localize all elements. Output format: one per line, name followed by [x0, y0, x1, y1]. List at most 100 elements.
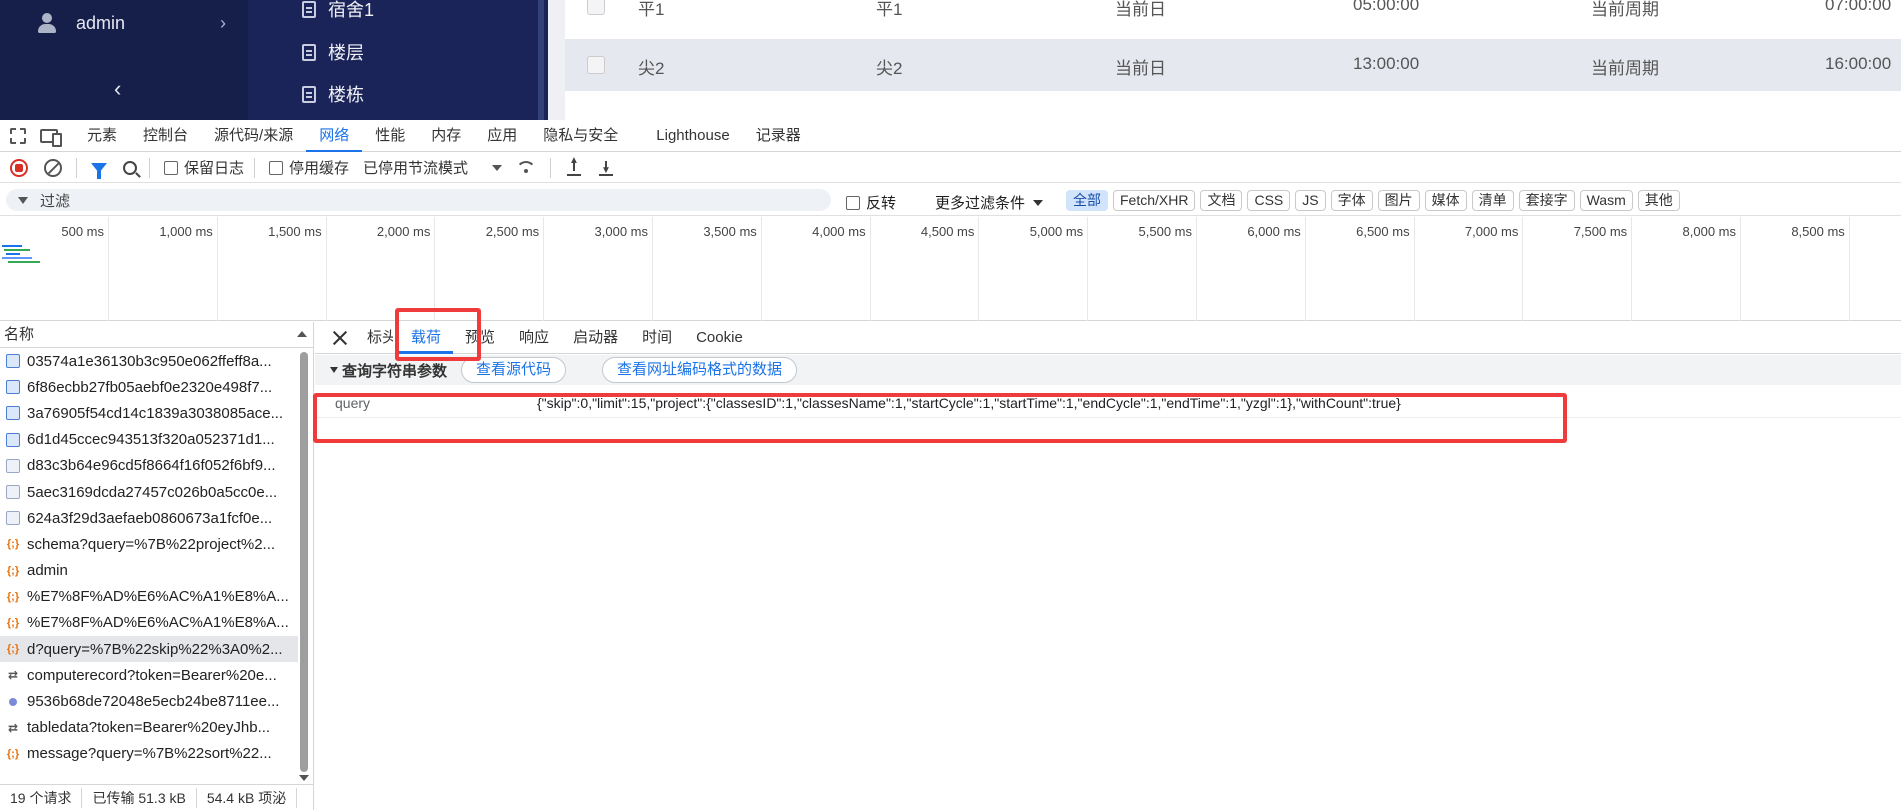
request-row[interactable]: 624a3f29d3aefaeb0860673a1fcf0e... — [0, 505, 298, 531]
screen: admin › ‹ 宿舍1 楼层 楼栋 平1 平1 当前日 05:00:00 当… — [0, 0, 1901, 810]
request-row[interactable]: ⇄ computerecord?token=Bearer%20e... — [0, 662, 298, 688]
annotation-highlight-payload-tab — [395, 308, 481, 361]
tab-application[interactable]: 应用 — [474, 120, 530, 152]
device-toolbar-icon[interactable] — [40, 128, 62, 147]
tab-performance[interactable]: 性能 — [362, 120, 418, 152]
filter-chip[interactable]: 清单 — [1471, 190, 1514, 211]
inspect-element-icon[interactable] — [10, 127, 26, 144]
filter-chip[interactable]: 其他 — [1637, 190, 1680, 211]
request-row[interactable]: {;} d?query=%7B%22skip%22%3A0%2... — [0, 636, 298, 663]
view-url-encoded-button[interactable]: 查看网址编码格式的数据 — [602, 357, 798, 383]
timeline-gridline — [652, 217, 653, 321]
request-row[interactable]: {;} %E7%8F%AD%E6%AC%A1%E8%A... — [0, 610, 298, 636]
request-list: 名称 03574a1e36130b3c950e062ffeff8a... 6f86… — [0, 322, 314, 810]
table-row[interactable]: 平1 平1 当前日 05:00:00 当前周期 07:00:00 — [565, 0, 1901, 32]
tab-privacy-security[interactable]: 隐私与安全 — [530, 120, 631, 152]
menu-item-dorm[interactable]: 宿舍1 — [302, 0, 374, 24]
disable-cache-checkbox[interactable]: 停用缓存 — [269, 157, 349, 178]
filter-chip[interactable]: Wasm — [1579, 190, 1633, 211]
network-conditions-icon[interactable] — [516, 160, 537, 175]
timeline-gridline — [1740, 217, 1741, 321]
tab-elements[interactable]: 元素 — [74, 120, 130, 152]
more-filters-dropdown[interactable]: 更多过滤条件 — [935, 192, 1044, 213]
timeline-tick-label: 1,000 ms — [159, 224, 213, 239]
filter-chip[interactable]: 字体 — [1330, 190, 1373, 211]
row-checkbox[interactable] — [587, 0, 605, 15]
search-icon[interactable] — [123, 160, 137, 175]
filter-chip[interactable]: CSS — [1247, 190, 1291, 211]
resource-type-filters: 全部 Fetch/XHR 文档 CSS JS 字体 图片 媒体 清单 套接字 Wasm 其他 — [1066, 190, 1685, 211]
preserve-log-checkbox[interactable]: 保留日志 — [164, 157, 244, 178]
request-row[interactable]: {;} %E7%8F%AD%E6%AC%A1%E8%A... — [0, 584, 298, 610]
request-row[interactable]: ⇄ tabledata?token=Bearer%20eyJhb... — [0, 715, 298, 741]
filter-chip[interactable]: 套接字 — [1518, 190, 1575, 211]
request-name: d83c3b64e96cd5f8664f16f052f6bf9... — [27, 457, 276, 475]
tab-sources[interactable]: 源代码/来源 — [201, 120, 306, 152]
tab-initiator[interactable]: 启动器 — [561, 322, 630, 354]
filter-icon[interactable] — [91, 162, 107, 179]
request-name: 6d1d45ccec943513f320a052371d1... — [27, 431, 275, 449]
tab-timing[interactable]: 时间 — [630, 322, 684, 354]
import-har-icon[interactable] — [567, 155, 582, 176]
throttle-select[interactable]: 已停用节流模式 — [363, 157, 503, 178]
request-list-scrollbar[interactable] — [300, 352, 308, 772]
table-row[interactable]: 尖2 尖2 当前日 13:00:00 当前周期 16:00:00 — [565, 39, 1901, 91]
checkbox-box[interactable] — [164, 160, 178, 175]
filter-input[interactable]: 过滤 — [6, 189, 831, 211]
export-har-icon[interactable] — [599, 160, 614, 176]
divider — [149, 157, 150, 178]
filter-chip[interactable]: 文档 — [1200, 190, 1243, 211]
request-row[interactable]: 9536b68de72048e5ecb24be8711ee... — [0, 688, 298, 714]
scroll-down-icon[interactable] — [299, 775, 309, 781]
checkbox-box[interactable] — [269, 160, 284, 175]
timeline-tick-label: 6,500 ms — [1356, 224, 1410, 239]
request-row[interactable]: 5aec3169dcda27457c026b0a5cc0e... — [0, 479, 298, 505]
timeline-gridline — [1196, 217, 1197, 321]
sort-icon — [297, 331, 307, 337]
checkbox-box[interactable] — [846, 195, 860, 210]
timeline-gridline — [108, 217, 109, 321]
tab-response[interactable]: 响应 — [507, 322, 561, 354]
timeline-tick-label: 3,500 ms — [703, 224, 757, 239]
filter-chip[interactable]: Fetch/XHR — [1113, 190, 1196, 211]
row-checkbox[interactable] — [587, 56, 605, 74]
filter-chip[interactable]: 图片 — [1377, 190, 1420, 211]
close-icon[interactable] — [333, 331, 347, 345]
request-name: 03574a1e36130b3c950e062ffeff8a... — [27, 352, 272, 370]
user-menu[interactable]: admin › — [36, 8, 226, 38]
timeline-tick-label: 7,000 ms — [1464, 224, 1519, 239]
network-overview-timeline[interactable]: 500 ms 1,000 ms 1,500 ms 2,000 ms 2,500 ms 3,… — [0, 217, 1901, 321]
submenu-scrollbar[interactable] — [538, 0, 544, 120]
timeline-tick-label: 3,000 ms — [594, 224, 648, 239]
tab-memory[interactable]: 内存 — [418, 120, 474, 152]
record-stop-icon[interactable] — [10, 158, 28, 177]
query-params-section-header[interactable]: 查询字符串参数 查看源代码 查看网址编码格式的数据 — [315, 355, 1901, 385]
request-row[interactable]: {;} message?query=%7B%22sort%22... — [0, 741, 298, 767]
devtools-tabbar: 元素 控制台 源代码/来源 网络 性能 内存 应用 隐私与安全 Lighthou… — [0, 120, 1901, 152]
tab-console[interactable]: 控制台 — [130, 120, 201, 152]
request-row[interactable]: 6d1d45ccec943513f320a052371d1... — [0, 427, 298, 453]
request-row[interactable]: 3a76905f54cd14c1839a3038085ace... — [0, 400, 298, 426]
filter-chip[interactable]: 媒体 — [1424, 190, 1467, 211]
request-row[interactable]: {;} admin — [0, 558, 298, 584]
clear-icon[interactable] — [44, 158, 62, 177]
invert-checkbox[interactable]: 反转 — [846, 192, 896, 213]
request-name: %E7%8F%AD%E6%AC%A1%E8%A... — [27, 614, 289, 632]
timeline-gridline — [1087, 217, 1089, 321]
filter-chip[interactable]: JS — [1295, 190, 1326, 211]
tab-cookies[interactable]: Cookie — [684, 322, 755, 354]
tab-network[interactable]: 网络 — [306, 120, 363, 152]
request-row[interactable]: 6f86ecbb27fb05aebf0e2320e498f7... — [0, 374, 298, 400]
request-row[interactable]: {;} schema?query=%7B%22project%2... — [0, 531, 298, 557]
menu-item-building[interactable]: 楼栋 — [302, 79, 364, 109]
tab-lighthouse[interactable]: Lighthouse — [643, 120, 742, 152]
request-count: 19 个请求 — [0, 787, 83, 808]
menu-item-floor[interactable]: 楼层 — [302, 37, 364, 67]
request-row[interactable]: 03574a1e36130b3c950e062ffeff8a... — [0, 348, 298, 374]
request-name: %E7%8F%AD%E6%AC%A1%E8%A... — [27, 588, 289, 606]
request-row[interactable]: d83c3b64e96cd5f8664f16f052f6bf9... — [0, 453, 298, 479]
tab-recorder[interactable]: 记录器 — [743, 120, 814, 152]
name-column-header[interactable]: 名称 — [0, 322, 313, 348]
filter-chip[interactable]: 全部 — [1066, 190, 1108, 211]
collapse-sidebar-icon[interactable]: ‹ — [114, 76, 121, 102]
